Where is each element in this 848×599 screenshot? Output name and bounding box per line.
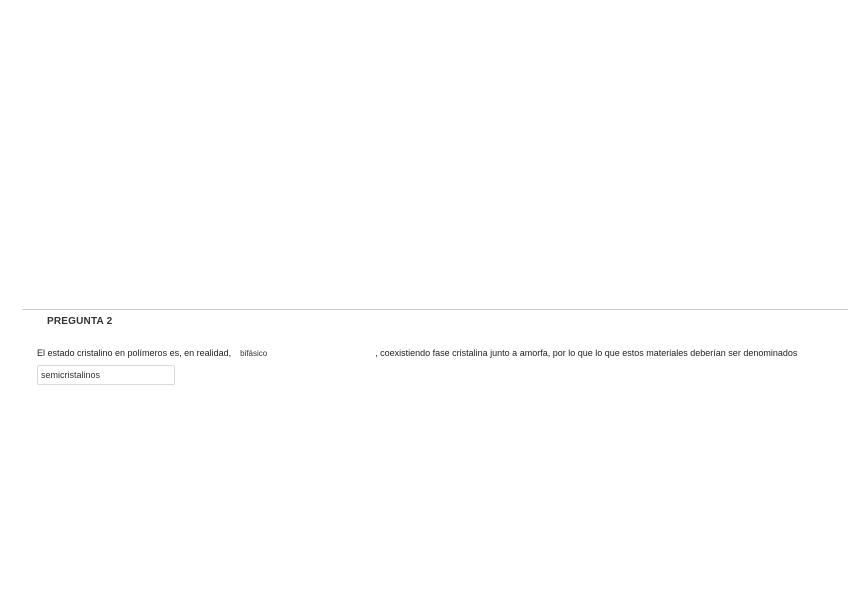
question-title: PREGUNTA 2 bbox=[47, 316, 113, 327]
answer-blank-1[interactable] bbox=[235, 344, 373, 362]
answer-blank-2[interactable] bbox=[37, 365, 175, 385]
question-text-after: , coexistiendo fase cristalina junto a a… bbox=[375, 348, 798, 358]
section-divider bbox=[22, 309, 848, 310]
page: PREGUNTA 2 El estado cristalino en polím… bbox=[0, 0, 848, 599]
question-sentence: El estado cristalino en polímeros es, en… bbox=[37, 344, 848, 362]
question-text-before: El estado cristalino en polímeros es, en… bbox=[37, 348, 232, 358]
